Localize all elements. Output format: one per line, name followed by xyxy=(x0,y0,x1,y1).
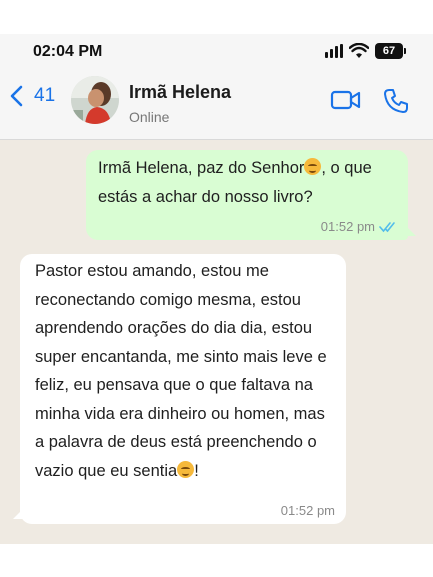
message-text-end: ! xyxy=(194,461,199,480)
status-icons: 67 xyxy=(325,42,406,60)
video-call-icon[interactable] xyxy=(330,88,362,112)
back-button[interactable]: 41 xyxy=(8,85,55,107)
contact-status: Online xyxy=(129,109,170,125)
message-time: 01:52 pm xyxy=(280,503,335,518)
avatar[interactable] xyxy=(71,76,119,124)
wifi-icon xyxy=(349,43,369,58)
chat-screen: 02:04 PM 67 41 Irmã Helena Online Irmã H… xyxy=(0,34,433,544)
signal-icon xyxy=(325,44,343,58)
emoji-pensive-icon xyxy=(304,158,322,175)
battery-level: 67 xyxy=(382,45,396,57)
message-incoming[interactable]: Pastor estou amando, estou me reconectan… xyxy=(20,254,346,524)
message-meta: 01:52 pm xyxy=(321,220,397,234)
unread-count: 41 xyxy=(34,85,56,106)
contact-name[interactable]: Irmã Helena xyxy=(129,82,231,103)
battery-icon: 67 xyxy=(375,43,406,59)
message-meta: 01:52 pm xyxy=(281,504,335,518)
back-chevron-icon xyxy=(10,85,23,107)
phone-call-icon[interactable] xyxy=(383,88,409,114)
status-time: 02:04 PM xyxy=(33,43,103,60)
message-text: Irmã Helena, paz do Senhor xyxy=(98,159,305,177)
chat-header: 41 Irmã Helena Online xyxy=(0,74,433,134)
top-bar: 02:04 PM 67 41 Irmã Helena Online xyxy=(0,34,433,140)
message-text: Pastor estou amando, estou me reconectan… xyxy=(35,262,327,480)
double-check-icon xyxy=(379,222,395,233)
message-time: 01:52 pm xyxy=(320,219,375,234)
emoji-pensive-icon xyxy=(177,460,195,478)
message-outgoing[interactable]: Irmã Helena, paz do Senhor, o que estás … xyxy=(86,150,408,240)
